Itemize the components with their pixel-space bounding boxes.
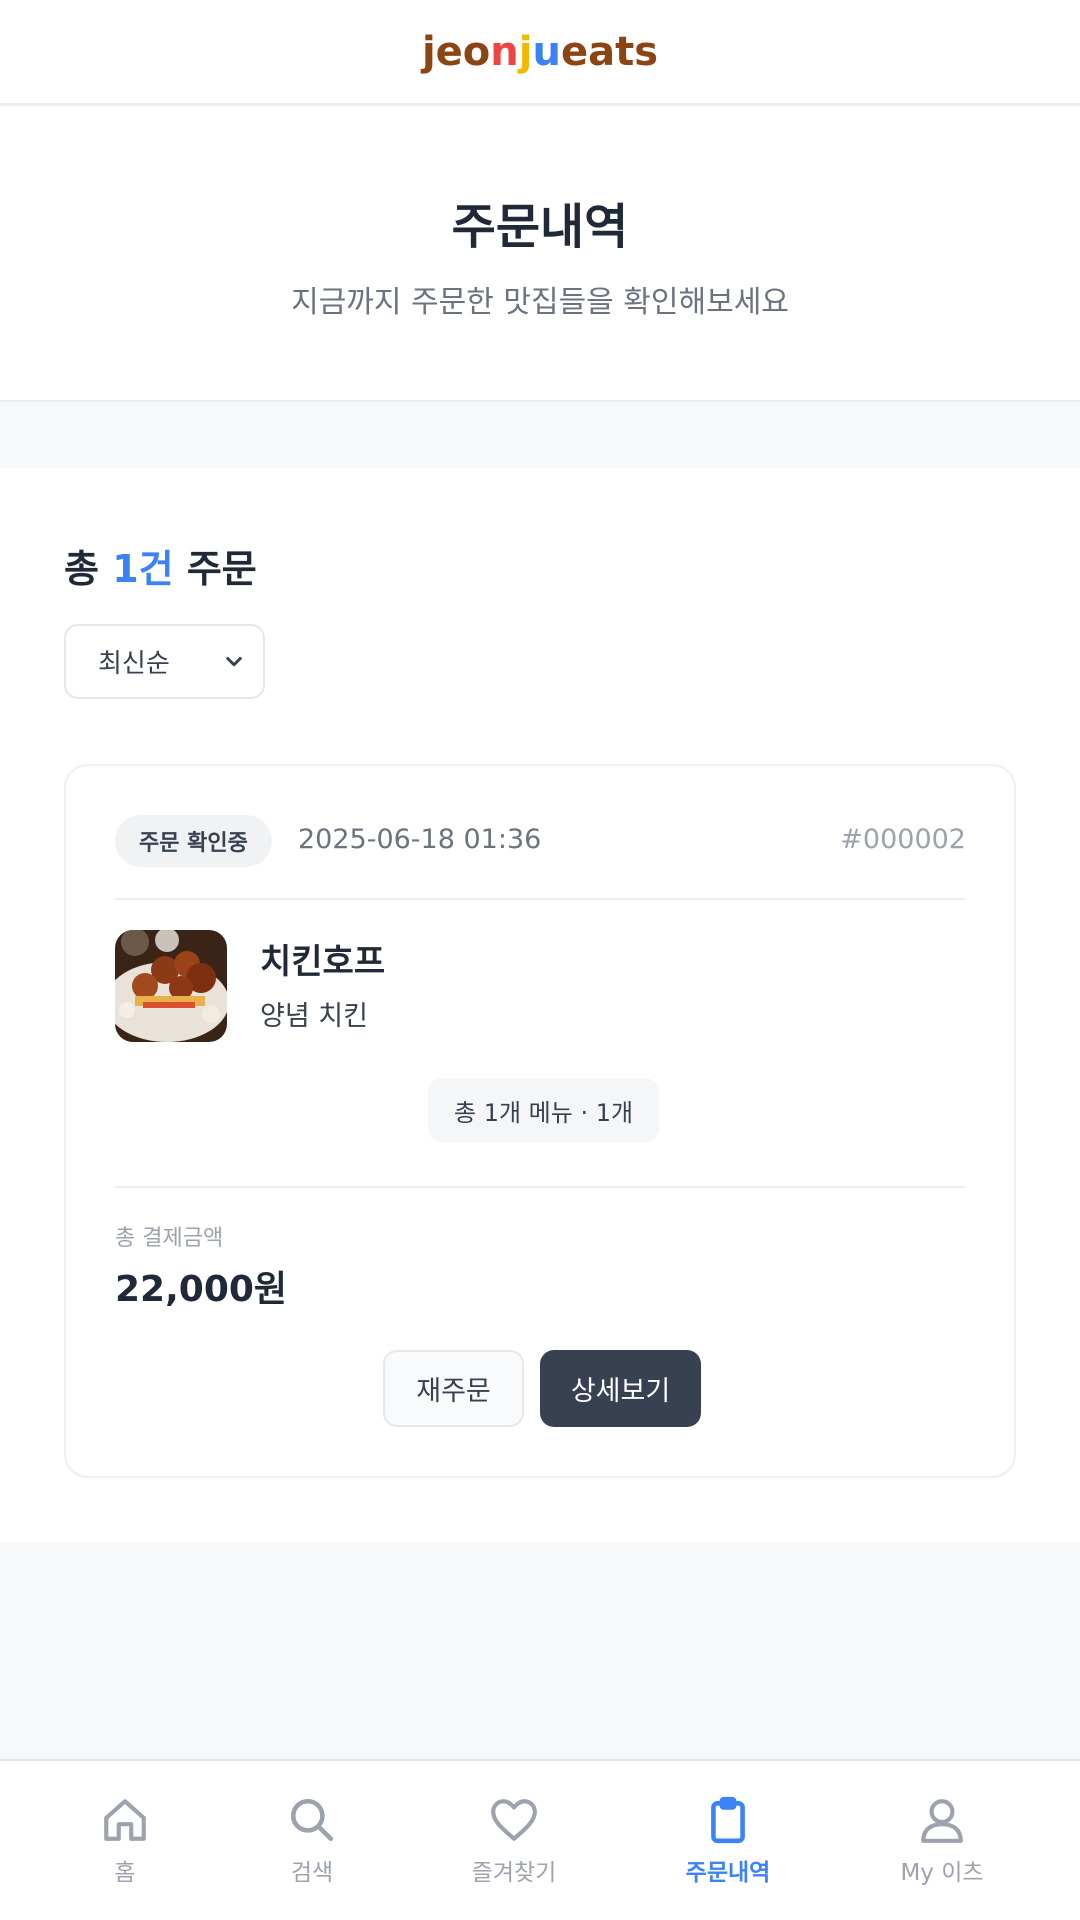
logo-letter: j bbox=[518, 28, 533, 75]
chevron-down-icon bbox=[226, 657, 242, 667]
page-title: 주문내역 bbox=[451, 199, 629, 255]
nav-label-orders: 주문내역 bbox=[685, 1860, 771, 1886]
total-payment-amount: 22,000원 bbox=[115, 1269, 288, 1310]
order-card: 주문 확인중 2025-06-18 01:36 #000002 치킨호프 양념 … bbox=[64, 764, 1016, 1478]
logo-letter: u bbox=[532, 28, 561, 75]
order-count-prefix: 총 bbox=[64, 547, 113, 591]
nav-label-search: 검색 bbox=[290, 1860, 334, 1886]
logo-letter: e bbox=[435, 28, 463, 75]
store-name[interactable]: 치킨호프 bbox=[260, 934, 385, 983]
nav-label-favorites: 즐겨찾기 bbox=[471, 1860, 557, 1886]
logo-letter: e bbox=[560, 28, 589, 75]
nav-label-my: My 이츠 bbox=[900, 1860, 984, 1886]
logo-letter: j bbox=[421, 28, 436, 75]
order-datetime: 2025-06-18 01:36 bbox=[298, 824, 542, 855]
nav-item-orders[interactable]: 주문내역 bbox=[668, 1761, 788, 1920]
sort-select[interactable]: 최신순 bbox=[64, 624, 265, 699]
bottom-navigation: 홈 검색 즐겨찾기 주문내역 My 이츠 bbox=[0, 1759, 1080, 1920]
sort-selected-label: 최신순 bbox=[98, 649, 170, 679]
order-count-value: 1건 bbox=[112, 547, 174, 591]
menu-name: 양념 치킨 bbox=[260, 1001, 368, 1032]
store-thumbnail bbox=[115, 930, 227, 1042]
order-count: 총 1건 주문 bbox=[64, 538, 257, 593]
logo-letter: t bbox=[615, 28, 635, 75]
reorder-button[interactable]: 재주문 bbox=[383, 1350, 524, 1427]
heart-icon bbox=[491, 1799, 537, 1841]
clipboard-icon bbox=[711, 1796, 745, 1844]
nav-item-home[interactable]: 홈 bbox=[75, 1761, 175, 1920]
logo-letter: a bbox=[588, 28, 616, 75]
order-count-suffix: 주문 bbox=[173, 547, 257, 591]
total-payment-label: 총 결제금액 bbox=[115, 1226, 224, 1251]
nav-item-search[interactable]: 검색 bbox=[262, 1761, 362, 1920]
nav-label-home: 홈 bbox=[114, 1860, 136, 1886]
divider bbox=[115, 898, 965, 900]
order-number: #000002 bbox=[840, 824, 966, 855]
logo-letter: n bbox=[490, 28, 519, 75]
nav-item-my[interactable]: My 이츠 bbox=[882, 1761, 1002, 1920]
search-icon bbox=[290, 1798, 334, 1842]
page-header: 주문내역 지금까지 주문한 맛집들을 확인해보세요 bbox=[0, 107, 1080, 402]
logo-letter: s bbox=[634, 28, 659, 75]
divider bbox=[115, 1186, 965, 1188]
home-icon bbox=[104, 1799, 146, 1841]
order-list-section: 총 1건 주문 최신순 주문 확인중 2025-06-18 01:36 #000… bbox=[0, 468, 1080, 1542]
user-icon bbox=[921, 1799, 963, 1843]
view-details-button[interactable]: 상세보기 bbox=[540, 1350, 701, 1427]
top-bar: jeonjueats bbox=[0, 0, 1080, 105]
logo-letter: o bbox=[462, 28, 491, 75]
menu-summary: 총 1개 메뉴 · 1개 bbox=[428, 1078, 660, 1142]
status-badge: 주문 확인중 bbox=[115, 815, 272, 867]
page-subtitle: 지금까지 주문한 맛집들을 확인해보세요 bbox=[291, 285, 789, 320]
app-logo[interactable]: jeonjueats bbox=[422, 29, 658, 75]
nav-item-favorites[interactable]: 즐겨찾기 bbox=[454, 1761, 574, 1920]
